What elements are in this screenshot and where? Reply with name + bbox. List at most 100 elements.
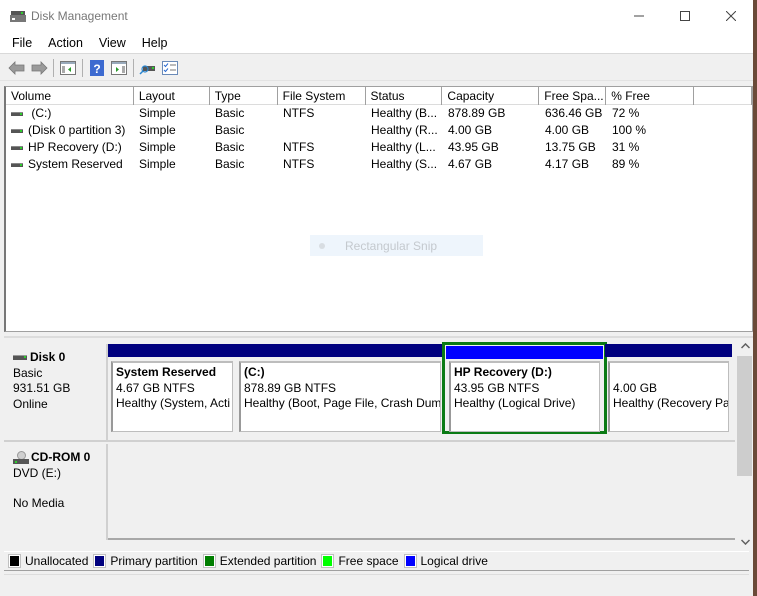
- toolbar-separator: [133, 58, 134, 77]
- help-icon: ?: [90, 59, 104, 76]
- back-icon: [8, 60, 25, 75]
- volume-free-space: 636.46 GB: [545, 106, 603, 120]
- show-hide-action-pane-button[interactable]: [108, 57, 130, 79]
- minimize-button[interactable]: [616, 0, 662, 32]
- partition-hp-recovery-d[interactable]: HP Recovery (D:) 43.95 GB NTFS Healthy (…: [442, 342, 607, 434]
- disk-name: Disk 0: [30, 350, 66, 364]
- volume-row[interactable]: HP Recovery (D:) Simple Basic NTFS Healt…: [6, 139, 752, 156]
- volume-free-space: 4.00 GB: [545, 123, 590, 137]
- volume-list: Volume Layout Type File System Status Ca…: [4, 86, 753, 332]
- scroll-up-icon[interactable]: [737, 338, 753, 354]
- disk-management-app-icon: [10, 11, 26, 22]
- partition-name: [613, 365, 728, 381]
- volume-status: Healthy (B...: [371, 106, 438, 120]
- maximize-icon: [680, 11, 690, 21]
- menu-view[interactable]: View: [99, 36, 134, 50]
- forward-icon: [31, 60, 48, 75]
- disk-row-divider: [4, 440, 735, 442]
- volume-status: Healthy (L...: [371, 140, 436, 154]
- volume-free-space: 4.17 GB: [545, 157, 590, 171]
- connect-disk-icon: [139, 64, 155, 75]
- legend-swatch-logical: [403, 554, 417, 568]
- volume-layout: Simple: [139, 157, 176, 171]
- close-button[interactable]: [708, 0, 754, 32]
- volume-percent-free: 100 %: [612, 123, 647, 137]
- volume-type: Basic: [215, 106, 245, 120]
- partition-name: HP Recovery (D:): [454, 365, 552, 379]
- toolbar-separator: [53, 58, 54, 77]
- show-hide-console-tree-button[interactable]: [57, 57, 79, 79]
- back-button[interactable]: [6, 57, 28, 79]
- cdrom-size: [13, 481, 106, 496]
- volume-status: Healthy (R...: [371, 123, 438, 137]
- volume-layout: Simple: [139, 106, 176, 120]
- cdrom-info[interactable]: CD-ROM 0 DVD (E:) No Media: [4, 444, 108, 540]
- column-header-percent-free[interactable]: % Free: [606, 87, 695, 105]
- connect-button[interactable]: [137, 57, 159, 79]
- partition-status: Healthy (Recovery Pa: [613, 396, 729, 410]
- volume-free-space: 13.75 GB: [545, 140, 596, 154]
- volume-row[interactable]: System Reserved Simple Basic NTFS Health…: [6, 156, 752, 173]
- disk-graphical-view: Disk 0 Basic 931.51 GB Online System Res…: [4, 336, 753, 550]
- legend-unallocated: Unallocated: [8, 554, 88, 568]
- logical-drive-bar: [446, 346, 603, 359]
- partition-name: System Reserved: [116, 365, 217, 379]
- snip-label: Rectangular Snip: [345, 238, 438, 253]
- volume-icon: [11, 162, 23, 167]
- column-header-layout[interactable]: Layout: [134, 87, 210, 105]
- column-header-empty: [694, 87, 752, 105]
- title-bar: Disk Management: [0, 0, 753, 32]
- maximize-button[interactable]: [662, 0, 708, 32]
- forward-button[interactable]: [28, 57, 50, 79]
- help-button[interactable]: ?: [86, 57, 108, 79]
- partition-c[interactable]: (C:) 878.89 GB NTFS Healthy (Boot, Page …: [236, 344, 444, 432]
- legend-label: Extended partition: [219, 554, 317, 568]
- cdrom-icon: [13, 450, 29, 465]
- legend-label: Free space: [338, 554, 399, 568]
- volume-layout: Simple: [139, 123, 176, 137]
- menu-help[interactable]: Help: [142, 36, 176, 50]
- volume-name: (C:): [28, 106, 52, 120]
- disk-view-scrollbar[interactable]: [737, 338, 753, 550]
- menu-file[interactable]: File: [12, 36, 40, 50]
- svg-text:?: ?: [93, 62, 100, 76]
- cdrom-name: CD-ROM 0: [31, 450, 91, 464]
- legend-label: Primary partition: [110, 554, 198, 568]
- disk-info[interactable]: Disk 0 Basic 931.51 GB Online: [4, 344, 108, 442]
- window-title: Disk Management: [31, 9, 128, 23]
- column-header-volume[interactable]: Volume: [6, 87, 134, 105]
- column-header-capacity[interactable]: Capacity: [442, 87, 540, 105]
- volume-file-system: NTFS: [283, 106, 315, 120]
- partition-size: 4.67 GB NTFS: [116, 380, 195, 395]
- cdrom-status: No Media: [13, 496, 65, 510]
- scrollbar-thumb[interactable]: [737, 356, 752, 476]
- volume-file-system: [278, 122, 366, 139]
- volume-row[interactable]: (C:) Simple Basic NTFS Healthy (B... 878…: [6, 105, 752, 122]
- legend-logical-drive: Logical drive: [403, 554, 488, 568]
- partition-recovery[interactable]: 4.00 GB Healthy (Recovery Pa: [605, 344, 732, 432]
- toolbar-separator: [82, 58, 83, 77]
- volume-name: System Reserved: [28, 157, 123, 171]
- properties-button[interactable]: [159, 57, 181, 79]
- volume-row[interactable]: (Disk 0 partition 3) Simple Basic Health…: [6, 122, 752, 139]
- partition-size: 878.89 GB NTFS: [244, 380, 337, 395]
- column-header-file-system[interactable]: File System: [278, 87, 366, 105]
- menu-action[interactable]: Action: [48, 36, 91, 50]
- volume-capacity: 4.67 GB: [448, 157, 493, 171]
- volume-percent-free: 72 %: [612, 106, 640, 120]
- column-header-free-space[interactable]: Free Spa...: [539, 87, 607, 105]
- legend-swatch-primary: [93, 554, 107, 568]
- volume-status: Healthy (S...: [371, 157, 438, 171]
- volume-layout: Simple: [139, 140, 176, 154]
- partition-name: (C:): [244, 365, 265, 379]
- volume-type: Basic: [215, 157, 245, 171]
- status-bar: [4, 574, 749, 596]
- legend-swatch-extended: [202, 554, 216, 568]
- column-header-type[interactable]: Type: [210, 87, 278, 105]
- column-header-status[interactable]: Status: [366, 87, 443, 105]
- legend-label: Logical drive: [420, 554, 488, 568]
- partition-system-reserved[interactable]: System Reserved 4.67 GB NTFS Healthy (Sy…: [108, 344, 236, 432]
- snip-mode-icon: [319, 242, 325, 249]
- cdrom-type: DVD (E:): [13, 465, 61, 480]
- scroll-down-icon[interactable]: [737, 534, 753, 550]
